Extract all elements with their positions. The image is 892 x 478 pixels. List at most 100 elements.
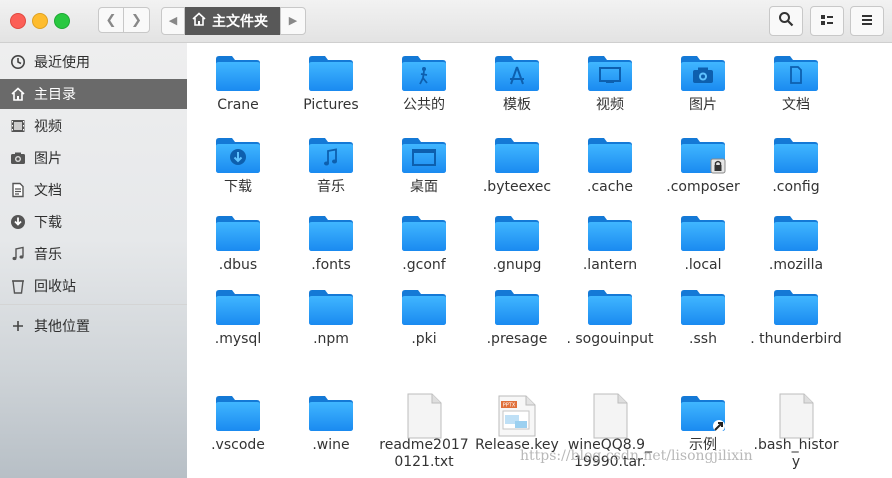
sidebar-item-label: 下载 (34, 215, 62, 231)
file-item-thunderbird[interactable]: . thunderbird (750, 287, 842, 348)
file-item-release-key[interactable]: PPTX Release.key (471, 393, 563, 454)
menu-button[interactable] (850, 6, 884, 36)
file-item-cache[interactable]: .cache (564, 135, 656, 196)
file-label: .fonts (311, 257, 351, 273)
file-item-music[interactable]: 音乐 (285, 135, 377, 196)
file-label: 下载 (224, 179, 252, 195)
folder-icon (307, 393, 355, 433)
file-item-videos[interactable]: 视频 (564, 53, 656, 114)
file-label: .byteexec (482, 179, 552, 195)
folder-icon (493, 213, 541, 253)
file-item-pictures-en[interactable]: Pictures (285, 53, 377, 114)
pptx-file-icon: PPTX (493, 393, 541, 437)
breadcrumb-scroll-right[interactable]: ▶ (280, 7, 306, 35)
sidebar-item-documents[interactable]: 文档 (0, 175, 187, 205)
folder-icon (307, 53, 355, 93)
sidebar-item-label: 音乐 (34, 247, 62, 263)
view-toggle-button[interactable] (810, 6, 844, 36)
file-item-config[interactable]: .config (750, 135, 842, 196)
file-item-dbus[interactable]: .dbus (192, 213, 284, 274)
folder-icon (214, 53, 262, 93)
file-item-pki[interactable]: .pki (378, 287, 470, 348)
file-item-pictures[interactable]: 图片 (657, 53, 749, 114)
file-label: .ssh (689, 331, 717, 347)
file-item-vscode[interactable]: .vscode (192, 393, 284, 454)
plus-icon (10, 318, 26, 334)
file-label: Crane (217, 97, 259, 113)
file-item-composer[interactable]: .composer (657, 135, 749, 196)
file-item-wine[interactable]: .wine (285, 393, 377, 454)
file-item-crane[interactable]: Crane (192, 53, 284, 114)
forward-button[interactable]: ❯ (124, 7, 150, 33)
close-window-button[interactable] (10, 13, 26, 29)
file-label: 视频 (596, 97, 624, 113)
home-icon (10, 86, 26, 102)
sidebar-item-label: 最近使用 (34, 55, 90, 71)
home-icon (191, 11, 207, 31)
chevron-left-icon: ❮ (105, 13, 117, 28)
svg-text:PPTX: PPTX (503, 403, 516, 409)
folder-icon (307, 213, 355, 253)
text-file-icon (772, 393, 820, 439)
folder-icon (586, 287, 634, 327)
file-label: readme20170121.txt (379, 437, 469, 470)
list-view-icon (820, 12, 834, 31)
sidebar-item-recent[interactable]: 最近使用 (0, 47, 187, 77)
back-button[interactable]: ❮ (98, 7, 124, 33)
file-label: .bash_history (753, 437, 839, 470)
folder-icon (493, 135, 541, 175)
trash-icon (10, 278, 26, 294)
file-item-public[interactable]: 公共的 (378, 53, 470, 114)
maximize-window-button[interactable] (54, 13, 70, 29)
file-item-presage[interactable]: .presage (471, 287, 563, 348)
file-item-npm[interactable]: .npm (285, 287, 377, 348)
sidebar-item-home[interactable]: 主目录 (0, 79, 187, 109)
sidebar-item-pictures[interactable]: 图片 (0, 143, 187, 173)
text-file-icon (400, 393, 448, 439)
breadcrumb-home[interactable]: 主文件夹 (185, 7, 280, 35)
text-file-icon (586, 393, 634, 439)
file-item-readme[interactable]: readme20170121.txt (378, 393, 470, 471)
sidebar-item-music[interactable]: 音乐 (0, 239, 187, 269)
sidebar-item-trash[interactable]: 回收站 (0, 271, 187, 301)
minimize-window-button[interactable] (32, 13, 48, 29)
sidebar-item-other-locations[interactable]: 其他位置 (0, 311, 187, 341)
file-item-templates[interactable]: 模板 (471, 53, 563, 114)
sidebar-item-label: 图片 (34, 151, 62, 167)
file-item-gconf[interactable]: .gconf (378, 213, 470, 274)
file-label: .presage (486, 331, 548, 347)
file-item-documents[interactable]: 文档 (750, 53, 842, 114)
sidebar-item-videos[interactable]: 视频 (0, 111, 187, 141)
file-item-downloads[interactable]: 下载 (192, 135, 284, 196)
file-label: .dbus (218, 257, 258, 273)
lock-icon (710, 158, 726, 174)
file-item-examples[interactable]: 示例 (657, 393, 749, 454)
file-item-gnupg[interactable]: .gnupg (471, 213, 563, 274)
file-item-byteexec[interactable]: .byteexec (471, 135, 563, 196)
file-item-mozilla[interactable]: .mozilla (750, 213, 842, 274)
file-label: .config (772, 179, 820, 195)
breadcrumb-scroll-left[interactable]: ◀ (161, 7, 185, 35)
document-icon (10, 182, 26, 198)
folder-icon (679, 135, 727, 175)
sidebar-item-downloads[interactable]: 下载 (0, 207, 187, 237)
file-item-fonts[interactable]: .fonts (285, 213, 377, 274)
breadcrumb-home-label: 主文件夹 (212, 14, 268, 30)
sidebar: 最近使用 主目录 视频 图片 文档 下载 音乐 回收站 其他位置 (0, 43, 187, 478)
file-label: .pki (411, 331, 437, 347)
file-item-mysql[interactable]: .mysql (192, 287, 284, 348)
folder-document-icon (772, 53, 820, 93)
file-label: . thunderbird (750, 331, 842, 347)
file-item-lantern[interactable]: .lantern (564, 213, 656, 274)
file-item-local[interactable]: .local (657, 213, 749, 274)
folder-icon (679, 213, 727, 253)
file-item-bash-history[interactable]: .bash_history (750, 393, 842, 471)
search-button[interactable] (769, 6, 803, 36)
folder-icon (586, 213, 634, 253)
file-item-desktop[interactable]: 桌面 (378, 135, 470, 196)
file-item-ssh[interactable]: .ssh (657, 287, 749, 348)
folder-music-icon (307, 135, 355, 175)
file-label: 桌面 (410, 179, 438, 195)
video-icon (10, 118, 26, 134)
file-item-sogouinput[interactable]: . sogouinput (564, 287, 656, 348)
